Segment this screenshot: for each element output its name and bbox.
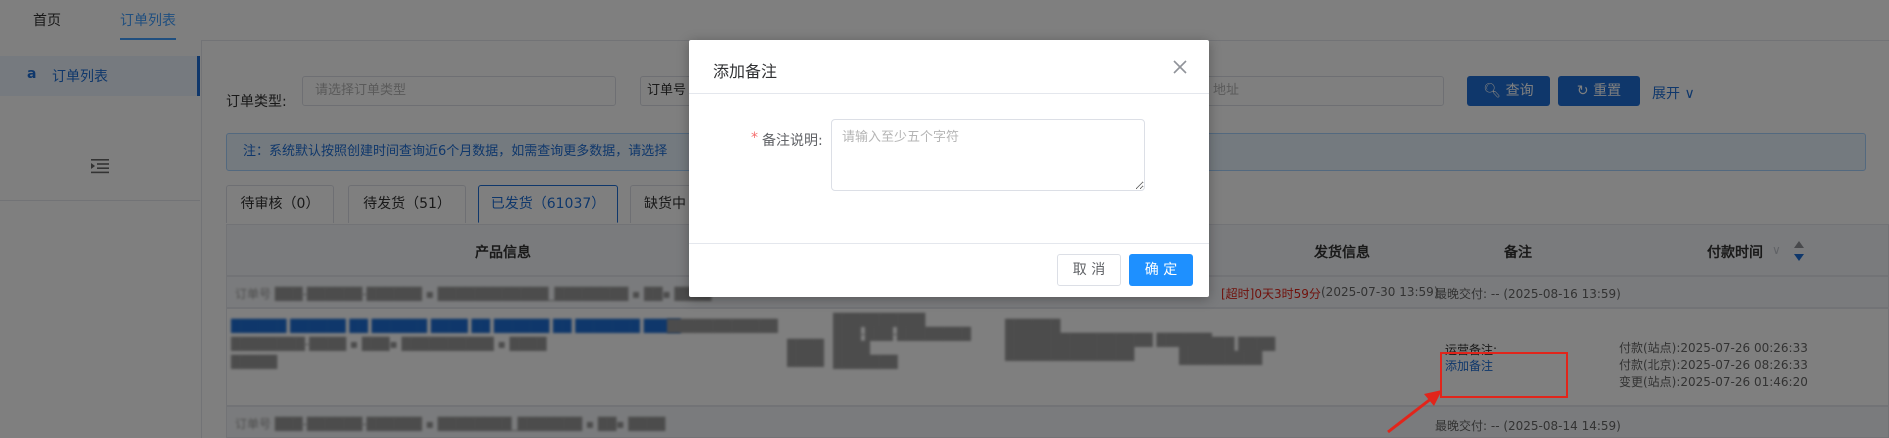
cancel-button[interactable]: 取 消 [1057,254,1121,286]
order-list-page: 首页 订单列表 a 订单列表 订单类型: 请选择订单类型 订单号 地址 🔍︎ 查… [0,0,1889,438]
confirm-button[interactable]: 确 定 [1129,254,1193,286]
remark-field-label: 备注说明: [762,133,823,149]
highlight-box [1440,352,1568,398]
arrow-annotation-icon [1387,390,1442,434]
required-mark: * [751,130,758,146]
dialog-header: 添加备注 [689,40,1209,94]
add-remark-dialog: 添加备注 * 备注说明: 取 消 确 定 [689,40,1209,297]
remark-textarea[interactable] [831,119,1145,191]
close-icon[interactable] [1171,58,1189,76]
dialog-title: 添加备注 [713,62,778,81]
